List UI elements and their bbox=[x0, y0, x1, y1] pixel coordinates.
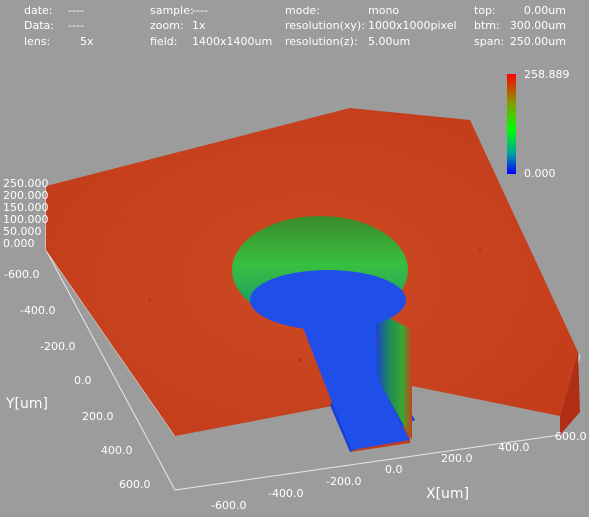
hole-floor bbox=[250, 270, 406, 330]
colorbar-max-label: 258.889 bbox=[524, 68, 570, 81]
x-tick: -200.0 bbox=[326, 475, 362, 488]
y-tick: -200.0 bbox=[40, 340, 76, 353]
y-tick: 0.0 bbox=[74, 374, 92, 387]
x-tick: -400.0 bbox=[268, 487, 304, 500]
colorbar bbox=[507, 74, 516, 174]
x-tick: 200.0 bbox=[441, 452, 473, 465]
x-axis-title: X[um] bbox=[426, 486, 470, 502]
y-tick: 200.0 bbox=[82, 410, 114, 423]
z-tick: 0.000 bbox=[3, 237, 35, 250]
x-tick: -600.0 bbox=[211, 499, 247, 512]
x-tick: 0.0 bbox=[385, 463, 403, 476]
surface-3d-view[interactable] bbox=[0, 0, 589, 517]
y-axis-title: Y[um] bbox=[6, 396, 48, 412]
y-tick: 600.0 bbox=[119, 478, 151, 491]
x-tick: 400.0 bbox=[498, 441, 530, 454]
colorbar-min-label: 0.000 bbox=[524, 167, 556, 180]
y-tick: -400.0 bbox=[20, 304, 56, 317]
y-tick: 400.0 bbox=[101, 444, 133, 457]
x-tick: 600.0 bbox=[555, 430, 587, 443]
y-tick: -600.0 bbox=[4, 268, 40, 281]
